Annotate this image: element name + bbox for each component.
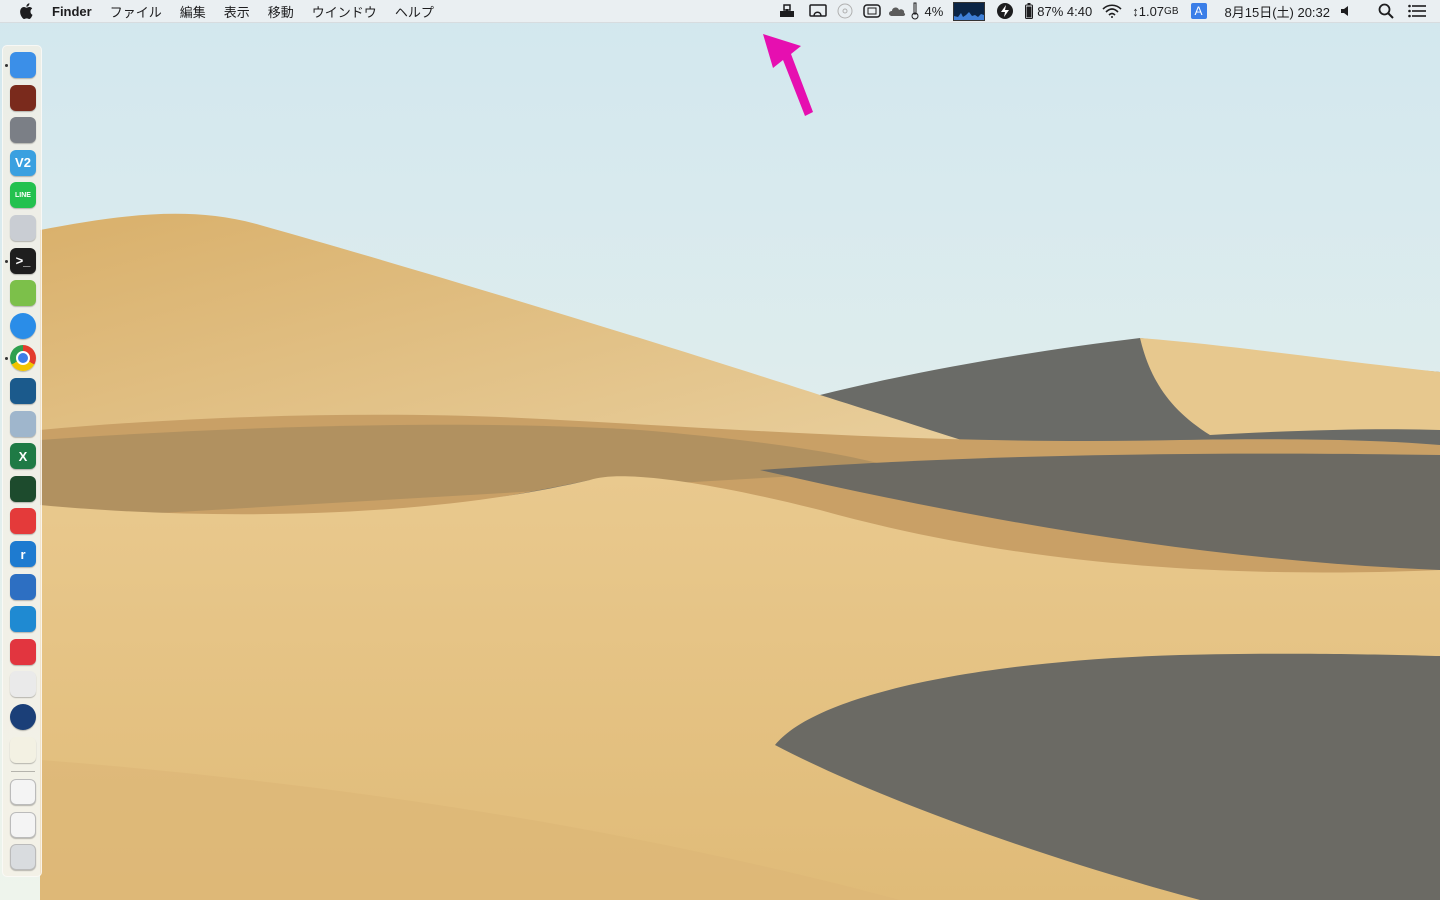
dock-vectorworks-label: V2 (15, 155, 31, 171)
notification-center-icon[interactable] (1408, 0, 1426, 22)
app-name-finder[interactable]: Finder (52, 4, 92, 19)
menu-file[interactable]: ファイル (110, 2, 162, 21)
dock: V2 LINE >_ Xr (2, 45, 42, 877)
dock-safari-icon[interactable] (10, 312, 36, 339)
battery-status[interactable]: 87% 4:40 (1037, 0, 1092, 22)
cloud-icon[interactable] (887, 0, 907, 22)
dock-quicktime-icon[interactable] (10, 704, 36, 730)
dock-running-indicator (5, 259, 8, 263)
network-usage-value: ↕1.07 (1132, 3, 1165, 19)
menu-bar: Finder ファイル 編集 表示 移動 ウインドウ ヘルプ 4% 87% 4:… (0, 0, 1440, 23)
dock-stickies-icon[interactable] (10, 736, 36, 763)
dock-radiko-icon[interactable]: r (10, 541, 36, 567)
dock-installer-icon[interactable] (10, 671, 36, 698)
dock-grapher-icon[interactable] (10, 475, 36, 502)
dock-document-icon[interactable] (10, 779, 36, 806)
cpu-percent[interactable]: 4% (925, 0, 944, 22)
dock-vscode-icon[interactable] (10, 606, 36, 633)
dock-excel-icon[interactable]: X (10, 443, 36, 470)
battery-icon[interactable] (1025, 0, 1034, 22)
network-share-icon[interactable] (779, 0, 795, 22)
apple-menu-icon[interactable] (18, 0, 34, 22)
menu-window[interactable]: ウインドウ (312, 2, 377, 21)
menu-edit[interactable]: 編集 (180, 2, 206, 21)
annotation-arrow (763, 34, 813, 116)
chrome-center-icon (16, 351, 30, 366)
menu-view[interactable]: 表示 (224, 2, 250, 21)
airplay-icon[interactable] (808, 0, 827, 22)
dock-files-app-icon[interactable] (10, 573, 36, 600)
dock-excel-label: X (18, 448, 28, 464)
dock-radiko-label: r (20, 546, 26, 562)
dock-vectorworks-icon[interactable]: V2 (10, 149, 36, 176)
network-usage[interactable]: ↕1.07 GB (1132, 0, 1178, 22)
network-usage-unit: GB (1164, 5, 1179, 17)
spotlight-search-icon[interactable] (1378, 0, 1394, 22)
dock-running-indicator (5, 64, 8, 67)
menubar-clock[interactable]: 8月15日(土) 20:32 (1225, 0, 1331, 22)
bolt-icon[interactable] (997, 0, 1014, 22)
dock-trash-icon[interactable] (10, 844, 36, 871)
volume-icon[interactable] (1340, 0, 1352, 22)
cpu-graph-icon[interactable] (953, 0, 986, 22)
dock-chrome-icon[interactable] (10, 345, 36, 372)
dock-preview-icon[interactable] (10, 215, 36, 241)
dock-finder-icon[interactable] (10, 52, 36, 78)
dock-reader-icon[interactable] (10, 378, 36, 404)
input-source-label: A (1190, 3, 1207, 19)
dock-notes-green-icon[interactable] (10, 280, 36, 307)
dock-xmind-icon[interactable] (10, 638, 36, 665)
dock-remote-desktop-icon[interactable] (10, 410, 36, 437)
dock-terminal-label: >_ (15, 253, 31, 269)
dock-line-icon[interactable]: LINE (10, 182, 36, 209)
keyboard-display-icon[interactable] (862, 0, 881, 22)
dock-separator (11, 771, 35, 773)
dock-photo-booth-icon[interactable] (10, 84, 36, 111)
disk-icon[interactable] (837, 0, 853, 22)
temperature-icon[interactable] (911, 0, 919, 22)
dock-running-indicator (5, 357, 8, 361)
dock-no-entry-icon[interactable] (10, 508, 36, 535)
wifi-icon[interactable] (1102, 0, 1122, 22)
dock-system-preferences-icon[interactable] (10, 117, 36, 144)
dock-line-label: LINE (15, 191, 31, 199)
menu-help[interactable]: ヘルプ (395, 2, 434, 21)
desktop-wallpaper (0, 0, 1440, 900)
dock-terminal-icon[interactable]: >_ (10, 247, 36, 274)
menu-go[interactable]: 移動 (268, 2, 294, 21)
dock-downloads-icon[interactable] (10, 811, 36, 838)
input-source-icon[interactable]: A (1190, 0, 1207, 22)
